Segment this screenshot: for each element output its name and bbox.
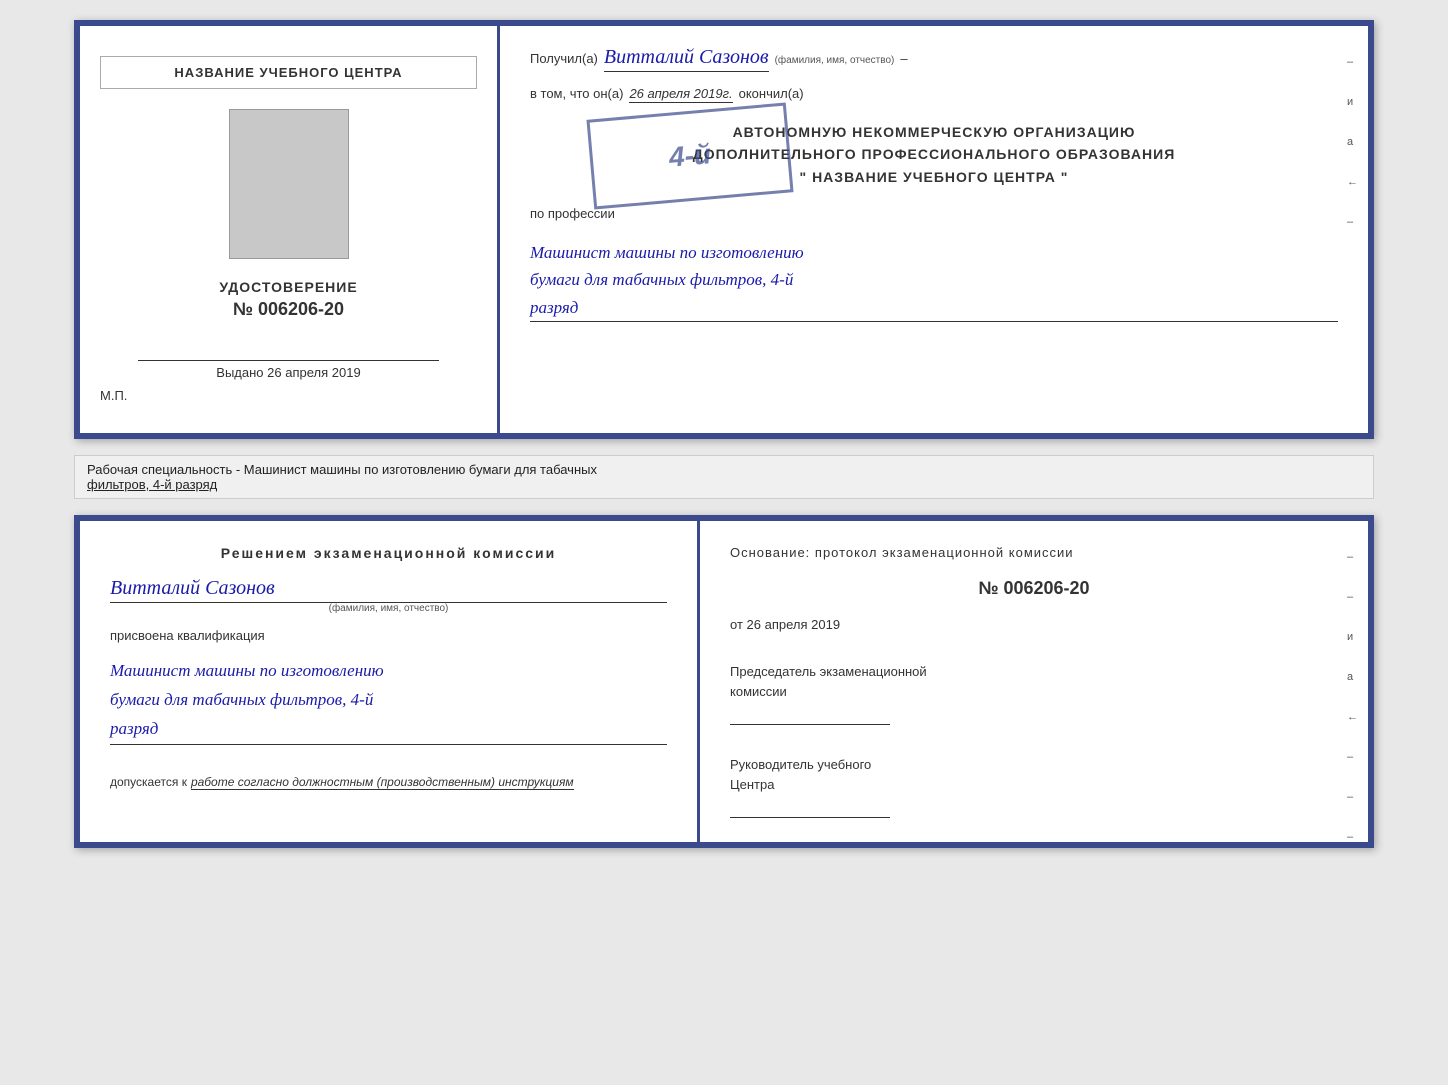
- cert-head-signature-line: [730, 802, 890, 818]
- diploma-profession-line3: разряд: [530, 294, 1338, 321]
- diploma-udost-number: № 006206-20: [100, 299, 477, 320]
- cert-side-mark-7: –: [1347, 791, 1358, 803]
- diploma-vtom-line: в том, что он(а) 26 апреля 2019г. окончи…: [530, 86, 1338, 103]
- cert-chairman-title-line1: Председатель экзаменационной: [730, 664, 927, 679]
- diploma-recipient-subtitle: (фамилия, имя, отчество): [775, 55, 895, 66]
- cert-basis-title: Основание: протокол экзаменационной коми…: [730, 545, 1338, 560]
- cert-chairman-block: Председатель экзаменационной комиссии: [730, 662, 1338, 725]
- diploma-document: НАЗВАНИЕ УЧЕБНОГО ЦЕНТРА УДОСТОВЕРЕНИЕ №…: [74, 20, 1374, 439]
- cert-allowed-line: допускается к работе согласно должностны…: [110, 775, 667, 790]
- cert-chairman-title-line2: комиссии: [730, 684, 787, 699]
- info-bar-text: Рабочая специальность - Машинист машины …: [87, 462, 597, 477]
- cert-assigned-label: присвоена квалификация: [110, 628, 667, 643]
- diploma-issued-label: Выдано: [216, 365, 263, 380]
- cert-date-value: 26 апреля 2019: [747, 617, 841, 632]
- side-mark-4: ←: [1347, 176, 1358, 188]
- diploma-left-panel: НАЗВАНИЕ УЧЕБНОГО ЦЕНТРА УДОСТОВЕРЕНИЕ №…: [80, 26, 500, 433]
- side-mark-5: –: [1347, 216, 1358, 228]
- diploma-stamp-area: АВТОНОМНУЮ НЕКОММЕРЧЕСКУЮ ОРГАНИЗАЦИЮ ДО…: [530, 121, 1338, 188]
- side-mark-2: и: [1347, 96, 1358, 108]
- diploma-mp: М.П.: [100, 388, 127, 403]
- cert-person-subtitle: (фамилия, имя, отчество): [110, 603, 667, 614]
- diploma-side-marks: – и а ← –: [1347, 56, 1358, 228]
- cert-head-title: Руководитель учебного Центра: [730, 755, 1338, 794]
- diploma-profession-line2: бумаги для табачных фильтров, 4-й: [530, 266, 1338, 293]
- diploma-vtom-date: 26 апреля 2019г.: [629, 86, 732, 103]
- diploma-recipient-line: Получил(а) Витталий Сазонов (фамилия, им…: [530, 46, 1338, 72]
- cert-side-mark-3: и: [1347, 631, 1358, 643]
- cert-side-mark-1: –: [1347, 551, 1358, 563]
- diploma-right-panel: Получил(а) Витталий Сазонов (фамилия, им…: [500, 26, 1368, 433]
- diploma-vtom-label: в том, что он(а): [530, 86, 623, 101]
- diploma-dash1: –: [900, 51, 907, 66]
- cert-qual-line2: бумаги для табачных фильтров, 4-й: [110, 686, 667, 715]
- diploma-profession-label: по профессии: [530, 206, 1338, 221]
- cert-side-mark-4: а: [1347, 671, 1358, 683]
- cert-protocol-number: № 006206-20: [730, 578, 1338, 599]
- diploma-udost-title: УДОСТОВЕРЕНИЕ: [100, 279, 477, 295]
- side-mark-3: а: [1347, 136, 1358, 148]
- diploma-poluchil-label: Получил(а): [530, 51, 598, 66]
- cert-allowed-label: допускается к: [110, 775, 187, 789]
- cert-document: Решением экзаменационной комиссии Виттал…: [74, 515, 1374, 848]
- diploma-udost-block: УДОСТОВЕРЕНИЕ № 006206-20: [100, 279, 477, 320]
- info-bar: Рабочая специальность - Машинист машины …: [74, 455, 1374, 499]
- cert-head-title-line1: Руководитель учебного: [730, 757, 871, 772]
- diploma-recipient-name: Витталий Сазонов: [604, 46, 769, 72]
- cert-decision-title: Решением экзаменационной комиссии: [110, 545, 667, 561]
- cert-date-line: от 26 апреля 2019: [730, 617, 1338, 632]
- cert-person-block: Витталий Сазонов (фамилия, имя, отчество…: [110, 571, 667, 614]
- diploma-issued-date: 26 апреля 2019: [267, 365, 361, 380]
- cert-date-prefix: от: [730, 617, 743, 632]
- diploma-profession-value: Машинист машины по изготовлению бумаги д…: [530, 239, 1338, 322]
- diploma-okonchil-label: окончил(а): [739, 86, 804, 101]
- cert-allowed-value: работе согласно должностным (производств…: [191, 775, 574, 790]
- diploma-photo: [229, 109, 349, 259]
- diploma-stamp-number: 4-й: [667, 136, 712, 176]
- diploma-stamp-inner: 4-й: [663, 132, 717, 181]
- cert-qualification: Машинист машины по изготовлению бумаги д…: [110, 657, 667, 745]
- cert-right-panel: Основание: протокол экзаменационной коми…: [700, 521, 1368, 842]
- info-bar-underline: фильтров, 4-й разряд: [87, 477, 217, 492]
- cert-side-mark-6: –: [1347, 751, 1358, 763]
- diploma-profession-line1: Машинист машины по изготовлению: [530, 239, 1338, 266]
- cert-chairman-title: Председатель экзаменационной комиссии: [730, 662, 1338, 701]
- side-mark-1: –: [1347, 56, 1358, 68]
- cert-qual-line3: разряд: [110, 715, 667, 744]
- cert-side-mark-2: –: [1347, 591, 1358, 603]
- cert-left-panel: Решением экзаменационной комиссии Виттал…: [80, 521, 700, 842]
- cert-head-block: Руководитель учебного Центра: [730, 755, 1338, 818]
- cert-side-marks: – – и а ← – – –: [1347, 551, 1358, 843]
- cert-side-mark-8: –: [1347, 831, 1358, 843]
- cert-head-title-line2: Центра: [730, 777, 774, 792]
- cert-chairman-signature-line: [730, 709, 890, 725]
- cert-person-name: Витталий Сазонов: [110, 577, 667, 603]
- diploma-stamp: 4-й: [586, 102, 793, 209]
- diploma-school-name: НАЗВАНИЕ УЧЕБНОГО ЦЕНТРА: [100, 56, 477, 89]
- diploma-issued: Выдано 26 апреля 2019: [138, 360, 440, 380]
- cert-side-mark-5: ←: [1347, 711, 1358, 723]
- cert-qual-line1: Машинист машины по изготовлению: [110, 657, 667, 686]
